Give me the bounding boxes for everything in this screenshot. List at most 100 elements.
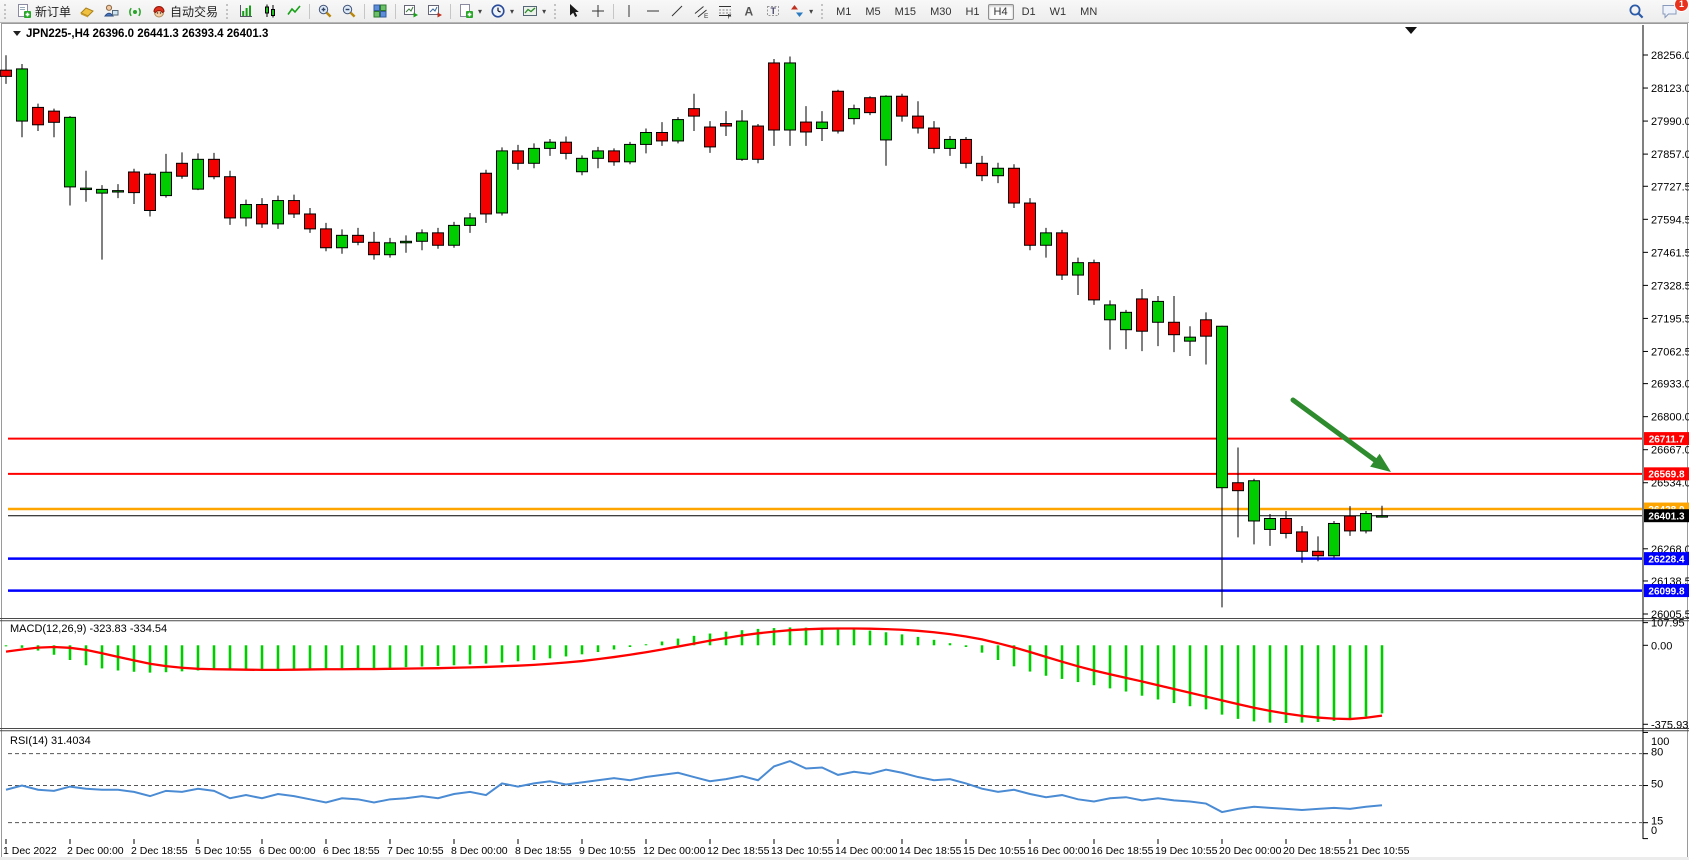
toolbar-separator — [395, 4, 396, 19]
candle — [689, 109, 700, 116]
price-tick-label: 27195.5 — [1651, 313, 1689, 325]
time-tick-label: 16 Dec 00:00 — [1027, 845, 1090, 857]
bar-chart-button[interactable] — [234, 0, 258, 22]
cursor-tool-button[interactable] — [562, 0, 586, 22]
candle — [1041, 233, 1052, 245]
vertical-line-tool-button[interactable] — [617, 0, 641, 22]
chart-shift-button[interactable] — [399, 0, 423, 22]
macd-tick-label: 0.00 — [1651, 640, 1672, 652]
time-tick-label: 2 Dec 00:00 — [67, 845, 124, 857]
macd-tick-label: -375.93 — [1651, 719, 1688, 731]
chart-shift-icon — [403, 3, 419, 19]
text-label-tool-button[interactable]: T — [761, 0, 785, 22]
timeframe-button-M5[interactable]: M5 — [859, 4, 886, 20]
time-tick-label: 20 Dec 18:55 — [1283, 845, 1346, 857]
timeframe-button-H4[interactable]: H4 — [988, 4, 1014, 20]
period-clock-button[interactable]: ▾ — [486, 0, 518, 22]
crosshair-icon — [590, 3, 606, 19]
candle — [817, 122, 828, 128]
notifications-button[interactable]: 1 — [1657, 0, 1683, 22]
timeframe-button-W1[interactable]: W1 — [1044, 4, 1073, 20]
line-chart-icon — [286, 3, 302, 19]
main-toolbar: 新订单 自动交易 ▾ ▾ ▾ E F A T ▾ M1M5M15M30H1H4D… — [0, 0, 1689, 23]
tile-windows-button[interactable] — [368, 0, 392, 22]
price-tick-label: 27990.0 — [1651, 116, 1689, 128]
svg-text:A: A — [745, 5, 754, 19]
timeframe-button-M1[interactable]: M1 — [830, 4, 857, 20]
timeframe-button-M15[interactable]: M15 — [889, 4, 922, 20]
line-chart-button[interactable] — [282, 0, 306, 22]
clock-icon — [490, 3, 506, 19]
time-tick-label: 8 Dec 18:55 — [515, 845, 572, 857]
strategy-tester-button[interactable] — [99, 0, 123, 22]
timeframe-button-M30[interactable]: M30 — [924, 4, 957, 20]
auto-trading-button[interactable]: 自动交易 — [147, 0, 222, 22]
candle — [97, 189, 108, 193]
fibonacci-tool-button[interactable]: F — [713, 0, 737, 22]
chart-window: JPN225-,H4 26396.0 26441.3 26393.4 26401… — [0, 23, 1689, 860]
toolbar-separator — [364, 4, 365, 19]
candle — [833, 91, 844, 131]
price-chart[interactable]: JPN225-,H4 26396.0 26441.3 26393.4 26401… — [0, 23, 1689, 860]
candle — [449, 225, 460, 245]
dropdown-caret-icon: ▾ — [510, 7, 514, 16]
gold-icon — [79, 3, 95, 19]
price-tick-label: 28123.0 — [1651, 83, 1689, 95]
candlestick-icon — [262, 3, 278, 19]
candle — [625, 144, 636, 161]
timeframe-button-D1[interactable]: D1 — [1016, 4, 1042, 20]
candle — [577, 158, 588, 171]
new-order-icon — [16, 3, 32, 19]
rsi-tick-label: 0 — [1651, 825, 1657, 837]
text-a-icon: A — [741, 3, 757, 19]
candle — [1313, 551, 1324, 555]
search-button[interactable] — [1624, 0, 1649, 22]
candle — [1377, 516, 1388, 517]
timeframe-button-H1[interactable]: H1 — [959, 4, 985, 20]
candle — [961, 139, 972, 163]
templates-button[interactable]: ▾ — [518, 0, 550, 22]
zoom-in-button[interactable] — [313, 0, 337, 22]
price-tick-label: 27328.5 — [1651, 280, 1689, 292]
candle — [977, 163, 988, 175]
arrows-tool-button[interactable]: ▾ — [785, 0, 817, 22]
candle — [945, 139, 956, 148]
text-tool-button[interactable]: A — [737, 0, 761, 22]
chart-autoscroll-button[interactable] — [423, 0, 447, 22]
candle — [1265, 518, 1276, 529]
dropdown-caret-icon: ▾ — [809, 7, 813, 16]
signals-button[interactable] — [123, 0, 147, 22]
candle — [113, 191, 124, 192]
new-order-button[interactable]: 新订单 — [12, 0, 75, 22]
candle — [865, 98, 876, 113]
timeframe-button-MN[interactable]: MN — [1074, 4, 1103, 20]
candle — [49, 111, 60, 122]
zoom-out-button[interactable] — [337, 0, 361, 22]
crosshair-tool-button[interactable] — [586, 0, 610, 22]
candle — [369, 242, 380, 254]
zoom-out-icon — [341, 3, 357, 19]
candle — [801, 122, 812, 132]
new-chart-button[interactable]: ▾ — [454, 0, 486, 22]
chart-background[interactable] — [0, 23, 1689, 860]
dropdown-caret-icon: ▾ — [478, 7, 482, 16]
market-watch-button[interactable] — [75, 0, 99, 22]
candlestick-chart-button[interactable] — [258, 0, 282, 22]
trendline-tool-button[interactable] — [665, 0, 689, 22]
candle — [481, 173, 492, 214]
candle — [881, 96, 892, 140]
level-price-badge-label: 26401.3 — [1648, 511, 1685, 522]
time-tick-label: 2 Dec 18:55 — [131, 845, 188, 857]
channel-tool-button[interactable]: E — [689, 0, 713, 22]
candle — [705, 127, 716, 147]
time-tick-label: 1 Dec 2022 — [3, 845, 57, 857]
time-tick-label: 16 Dec 18:55 — [1091, 845, 1154, 857]
candle — [1361, 514, 1372, 531]
candle — [1025, 203, 1036, 245]
candle — [257, 205, 268, 224]
horizontal-line-tool-button[interactable] — [641, 0, 665, 22]
toolbar-grip — [554, 4, 559, 19]
time-tick-label: 8 Dec 00:00 — [451, 845, 508, 857]
level-price-badge-label: 26711.7 — [1649, 434, 1685, 445]
macd-label: MACD(12,26,9) -323.83 -334.54 — [10, 623, 167, 635]
